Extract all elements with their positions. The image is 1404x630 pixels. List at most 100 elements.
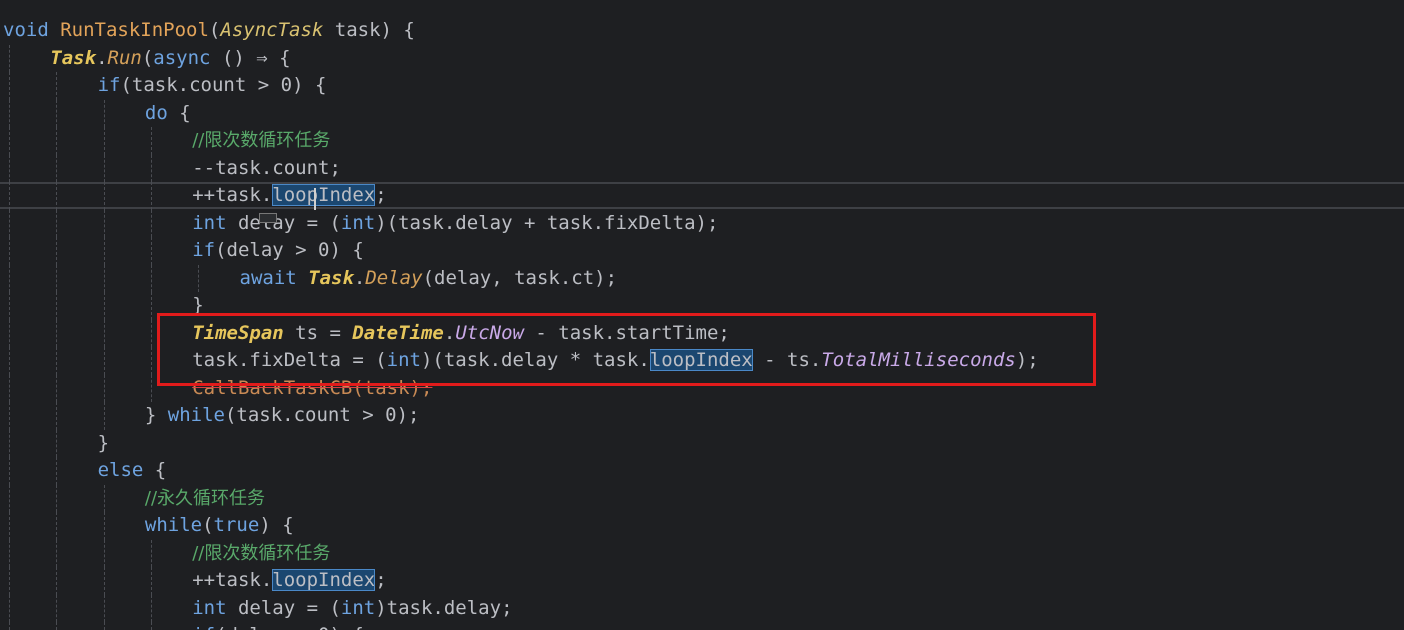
indent-guide [103,484,106,512]
indent-guide [103,374,106,402]
code-token: . [353,266,366,289]
code-token: if [192,239,216,261]
indent-guide [103,154,106,182]
code-token: if [97,74,121,96]
code-text: if(task.count > 0) { [98,72,327,100]
code-token: --task.count; [192,156,341,179]
code-comment: //限次数循环任务 [192,130,331,151]
indent-guide [103,237,106,265]
indent-guide [150,594,153,622]
indent-guide [103,319,106,347]
code-token: { [167,101,191,124]
code-token: } [97,431,110,454]
code-text: if(delay > 0) { [192,237,364,265]
code-token: int [340,596,376,619]
code-text: Task.Run(async () ⇒ { [50,45,290,73]
code-token: (task.count > 0) { [120,74,327,96]
indent-guide [9,127,11,155]
code-text: await Task.Delay(delay, task.ct); [240,265,618,293]
code-token: ( [141,46,154,69]
code-token: ( [202,514,214,536]
code-text: if(delay > 0) { [192,622,364,630]
code-text: } while(task.count > 0); [145,402,420,430]
code-token: else [97,459,144,481]
indent-guide [56,484,58,512]
code-token: ) { [259,514,294,536]
indent-guide [9,539,11,567]
code-token: (delay > 0) { [215,624,364,630]
indent-guide [103,402,106,430]
code-token: (delay > 0) { [215,239,364,261]
indent-guide [103,539,106,567]
indent-guide [150,237,153,265]
code-token: delay = ( [226,211,341,234]
indent-guide [56,319,58,347]
indent-guide [56,292,58,320]
indent-guide [9,374,11,402]
code-token: (task.count > 0); [224,404,420,426]
indent-guide [9,264,11,292]
indent-guide [150,182,153,210]
indent-guide [56,72,58,100]
indent-guide [150,319,153,347]
code-token: ; [375,184,387,206]
indent-guide [56,209,58,237]
indent-guide [103,567,106,595]
indent-guide [56,567,58,595]
indent-guide [56,264,58,292]
code-text: //限次数循环任务 [192,127,330,155]
code-token: Task [308,266,354,289]
inlay-hint-icon[interactable] [259,213,277,223]
code-token: Run [107,46,142,69]
code-text: } [98,430,109,458]
highlighted-symbol: loopIndex [272,184,376,206]
indent-guide [103,182,106,210]
indent-guide [56,594,58,622]
indent-guide [9,182,11,210]
code-token: true [213,514,260,536]
indent-guide [9,237,11,265]
indent-guide [56,182,58,210]
code-token: async [153,46,211,69]
code-token: int [340,211,376,234]
code-token: delay = ( [226,596,341,619]
indent-guide [150,209,153,237]
indent-guide [103,99,106,127]
indent-guide [9,154,11,182]
code-editor[interactable]: void RunTaskInPool(AsyncTask task) {Task… [0,0,1404,630]
indent-guide [103,292,106,320]
indent-guide [56,237,58,265]
indent-guide [103,622,106,630]
indent-guide [9,622,11,630]
code-token: if [192,624,215,630]
code-token: task) { [323,19,415,41]
indent-guide [9,594,11,622]
indent-guide [103,264,106,292]
indent-guide [9,567,11,595]
indent-guide [56,457,58,485]
indent-guide [9,402,11,430]
code-text: ++task.loopIndex; [192,567,387,595]
indent-guide [9,484,11,512]
indent-guide [150,264,153,292]
indent-guide [56,512,58,540]
indent-guide [9,512,11,540]
highlighted-symbol: loopIndex [272,569,376,591]
indent-guide [150,127,153,155]
indent-guide [103,594,106,622]
code-token: Delay [365,266,423,289]
indent-guide [56,154,58,182]
code-text: void RunTaskInPool(AsyncTask task) { [3,17,415,45]
indent-guide [9,347,11,375]
code-token: AsyncTask [220,19,324,41]
indent-guide [9,99,11,127]
indent-guide [9,429,11,457]
code-token: (delay, task.ct); [422,266,618,289]
indent-guide [56,402,58,430]
text-caret [314,188,316,210]
code-token: do [144,101,168,124]
annotation-highlight-box [157,313,1096,386]
code-text: --task.count; [192,155,341,183]
indent-guide [103,127,106,155]
code-token: } [144,404,168,426]
